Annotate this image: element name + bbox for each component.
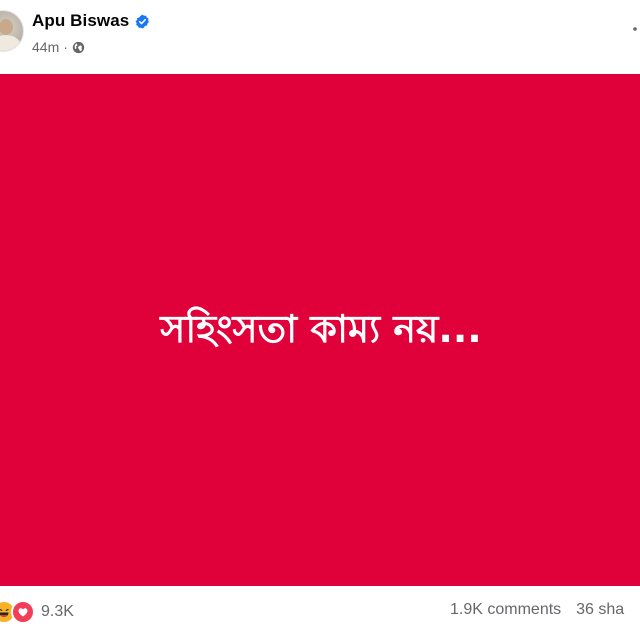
post-stats: 1.9K comments 36 sha	[450, 601, 624, 619]
love-reaction-icon	[11, 600, 35, 624]
author-row: Apu Biswas	[32, 11, 150, 31]
post-timestamp[interactable]: 44m	[32, 39, 59, 55]
more-options-icon[interactable]	[632, 22, 640, 36]
meta-separator: ·	[63, 39, 68, 55]
post-engagement-bar: 9.3K 1.9K comments 36 sha	[0, 586, 640, 636]
verified-badge-icon	[135, 14, 150, 29]
reaction-count: 9.3K	[41, 603, 74, 620]
author-name[interactable]: Apu Biswas	[32, 11, 129, 31]
post-header: Apu Biswas 44m ·	[0, 0, 640, 74]
post-image-text: সহিংসতা কাম্য নয়...	[160, 307, 482, 351]
shares-count-link[interactable]: 36 sha	[576, 601, 624, 619]
avatar-face	[0, 19, 13, 35]
post-image[interactable]: সহিংসতা কাম্য নয়...	[0, 74, 640, 586]
comments-count-link[interactable]: 1.9K comments	[450, 601, 561, 619]
reactions-summary[interactable]: 9.3K	[0, 600, 74, 624]
avatar[interactable]	[0, 10, 24, 52]
post-meta: 44m ·	[32, 39, 85, 55]
globe-icon[interactable]	[72, 41, 85, 54]
avatar-body	[0, 35, 21, 51]
feed-post: Apu Biswas 44m · সহিংসতা কাম্য নয়... 9.…	[0, 0, 640, 636]
